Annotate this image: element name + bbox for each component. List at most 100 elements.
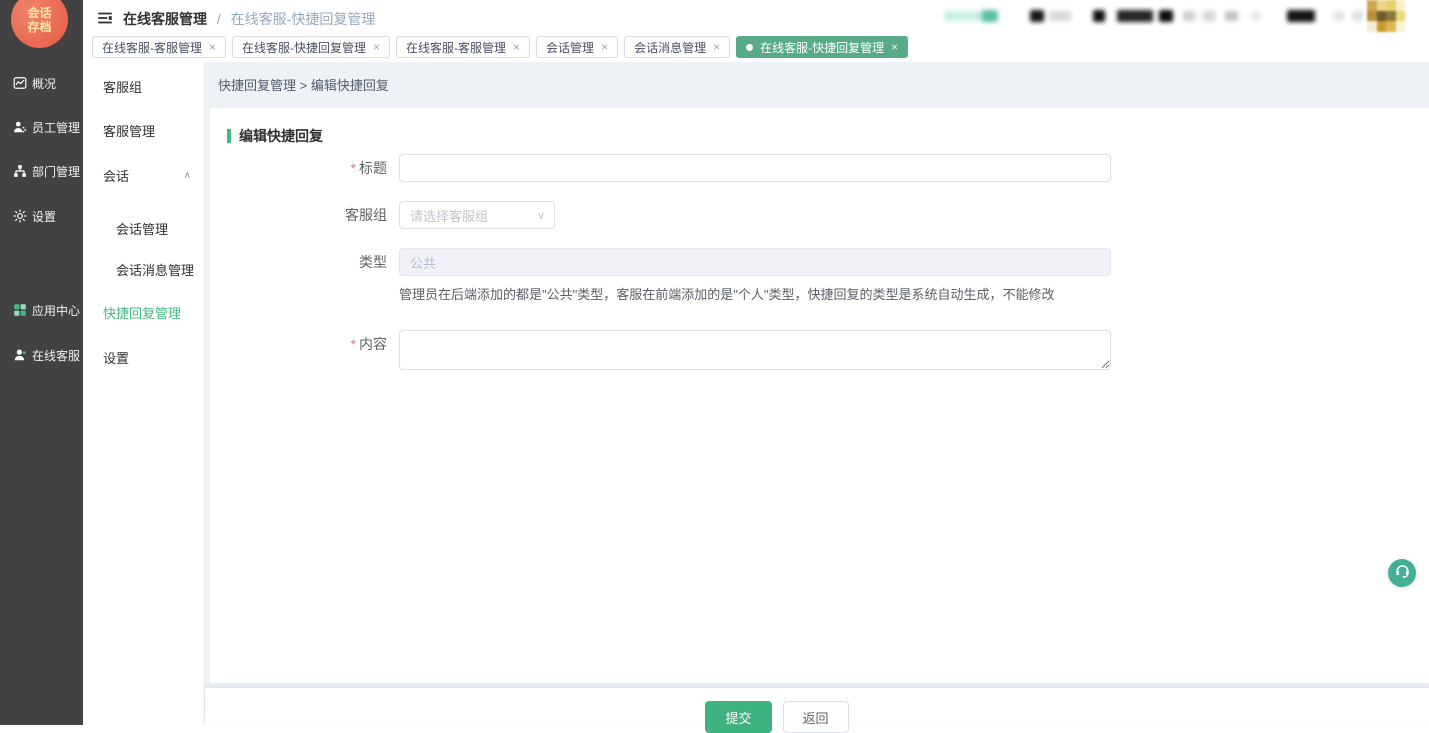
- section-title-accent-bar: [227, 129, 231, 143]
- tab-close-icon[interactable]: ×: [713, 40, 720, 54]
- sidebar-item-departments[interactable]: 部门管理: [0, 156, 83, 186]
- form-row-title: *标题: [210, 154, 1429, 182]
- form-action-bar: 提交 返回: [205, 688, 1429, 725]
- agent-group-label: 客服组: [210, 201, 399, 229]
- menu-item-agent-mgmt[interactable]: 客服管理: [83, 115, 205, 145]
- tab-label: 在线客服-快捷回复管理: [760, 39, 884, 56]
- menu-item-agent-groups[interactable]: 客服组: [83, 71, 205, 101]
- logo-line2: 存档: [27, 20, 51, 34]
- tab-label: 在线客服-客服管理: [102, 39, 202, 56]
- tab-close-icon[interactable]: ×: [601, 40, 608, 54]
- section-title-text: 编辑快捷回复: [239, 126, 323, 146]
- tab-quick-reply-mgmt-active[interactable]: 在线客服-快捷回复管理 ×: [736, 36, 908, 58]
- logo-line1: 会话: [27, 6, 51, 20]
- menu-item-label: 客服组: [103, 77, 142, 96]
- redacted-item: [1030, 10, 1044, 22]
- tab-close-icon[interactable]: ×: [373, 40, 380, 54]
- redacted-item: [1183, 11, 1195, 21]
- title-input[interactable]: [399, 154, 1111, 182]
- breadcrumb-current: 在线客服-快捷回复管理: [231, 11, 376, 27]
- redacted-item: [1352, 11, 1363, 21]
- edit-quick-reply-card: 编辑快捷回复 *标题 客服组 请选择客服组 ∨: [210, 108, 1429, 683]
- sidebar-item-employees[interactable]: 员工管理: [0, 112, 83, 142]
- breadcrumb-root[interactable]: 在线客服管理: [123, 11, 207, 27]
- tab-online-service-agent-mgmt-2[interactable]: 在线客服-客服管理 ×: [396, 36, 530, 58]
- sidebar-item-label: 概况: [32, 75, 56, 92]
- breadcrumb-separator: /: [217, 11, 221, 27]
- tab-close-icon[interactable]: ×: [513, 40, 520, 54]
- submit-button[interactable]: 提交: [705, 701, 771, 733]
- menu-item-sessions[interactable]: 会话 ∧: [83, 160, 205, 190]
- tab-close-icon[interactable]: ×: [891, 40, 898, 54]
- redacted-item: [1093, 10, 1105, 22]
- app-logo[interactable]: 会话 存档: [11, 0, 68, 48]
- sidebar-item-label: 在线客服: [32, 347, 80, 364]
- open-tabs-bar: 在线客服-客服管理 × 在线客服-快捷回复管理 × 在线客服-客服管理 × 会话…: [83, 36, 1429, 62]
- redacted-item: [1049, 11, 1071, 21]
- employees-icon: [13, 120, 27, 134]
- back-button[interactable]: 返回: [783, 701, 849, 733]
- sidebar-item-settings[interactable]: 设置: [0, 201, 83, 231]
- breadcrumb: 在线客服管理 / 在线客服-快捷回复管理: [123, 9, 375, 29]
- required-mark: *: [351, 336, 356, 352]
- content-textarea[interactable]: [399, 330, 1111, 370]
- section-title: 编辑快捷回复: [227, 126, 323, 146]
- primary-sidebar: 会话 存档 概况 员工管理 部门管理 设置 应用中心 在: [0, 0, 83, 725]
- settings-gear-icon: [13, 209, 27, 223]
- redacted-item: [982, 10, 998, 22]
- active-tab-dot: [746, 44, 753, 51]
- sidebar-item-label: 应用中心: [32, 302, 80, 319]
- menu-item-session-message-mgmt[interactable]: 会话消息管理: [83, 254, 205, 284]
- main-content: 快捷回复管理 > 编辑快捷回复 编辑快捷回复 *标题 客服组: [205, 62, 1429, 725]
- redacted-item: [1333, 11, 1344, 21]
- sidebar-item-overview[interactable]: 概况: [0, 68, 83, 98]
- menu-item-quick-reply-mgmt[interactable]: 快捷回复管理: [83, 297, 205, 327]
- online-service-icon: [13, 348, 27, 362]
- menu-item-label: 会话管理: [116, 219, 168, 238]
- sidebar-item-app-center[interactable]: 应用中心: [0, 295, 83, 325]
- select-placeholder: 请选择客服组: [410, 206, 488, 225]
- redacted-item: [1251, 11, 1261, 21]
- user-avatar[interactable]: [1367, 0, 1405, 32]
- secondary-sidebar: 客服组 客服管理 会话 ∧ 会话管理 会话消息管理 快捷回复管理 设置: [83, 62, 205, 725]
- sidebar-item-label: 部门管理: [32, 163, 80, 180]
- menu-item-label: 客服管理: [103, 121, 155, 140]
- top-header: 在线客服管理 / 在线客服-快捷回复管理: [83, 0, 1429, 36]
- tab-online-service-agent-mgmt-1[interactable]: 在线客服-客服管理 ×: [92, 36, 226, 58]
- redacted-item: [1117, 10, 1153, 22]
- redacted-item: [1159, 10, 1173, 22]
- chevron-up-icon: ∧: [184, 170, 191, 181]
- tab-quick-reply-mgmt-1[interactable]: 在线客服-快捷回复管理 ×: [232, 36, 390, 58]
- form-row-content: *内容: [210, 330, 1429, 375]
- agent-group-select[interactable]: 请选择客服组 ∨: [399, 201, 555, 229]
- quick-reply-form: *标题 客服组 请选择客服组 ∨: [210, 154, 1429, 375]
- sidebar-item-online-service[interactable]: 在线客服: [0, 340, 83, 370]
- sidebar-item-label: 员工管理: [32, 119, 80, 136]
- tab-label: 会话管理: [546, 39, 594, 56]
- title-label: *标题: [210, 154, 399, 182]
- tab-close-icon[interactable]: ×: [209, 40, 216, 54]
- redacted-item: [944, 11, 982, 21]
- collapse-menu-icon[interactable]: [96, 9, 114, 27]
- departments-icon: [13, 164, 27, 178]
- type-label: 类型: [210, 248, 399, 303]
- headset-icon: [1394, 562, 1411, 584]
- required-mark: *: [351, 160, 356, 176]
- form-row-agent-group: 客服组 请选择客服组 ∨: [210, 201, 1429, 229]
- app-center-grid-icon: [13, 303, 27, 317]
- tab-session-message-mgmt[interactable]: 会话消息管理 ×: [624, 36, 730, 58]
- redacted-item: [1225, 11, 1238, 21]
- form-row-type: 类型 管理员在后端添加的都是"公共"类型，客服在前端添加的是"个人"类型，快捷回…: [210, 248, 1429, 303]
- redacted-item: [1287, 10, 1315, 22]
- sidebar-item-label: 设置: [32, 208, 56, 225]
- content-label: *内容: [210, 330, 399, 375]
- tab-label: 会话消息管理: [634, 39, 706, 56]
- tab-session-mgmt[interactable]: 会话管理 ×: [536, 36, 618, 58]
- menu-item-settings[interactable]: 设置: [83, 342, 205, 372]
- type-help-text: 管理员在后端添加的都是"公共"类型，客服在前端添加的是"个人"类型，快捷回复的类…: [399, 284, 1111, 303]
- type-input-disabled: [399, 248, 1111, 276]
- customer-service-float-button[interactable]: [1388, 559, 1416, 587]
- menu-item-label: 设置: [103, 348, 129, 367]
- menu-item-label: 快捷回复管理: [103, 303, 181, 322]
- menu-item-session-mgmt[interactable]: 会话管理: [83, 213, 205, 243]
